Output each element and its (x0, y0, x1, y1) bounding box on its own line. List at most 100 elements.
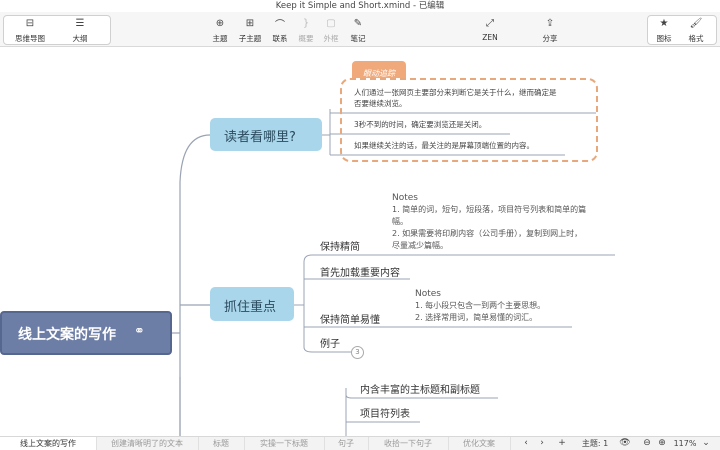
subtopic-keep-simple-label: 保持简单易懂 (320, 315, 380, 326)
sheet-tab-1-label: 线上文案的写作 (20, 439, 76, 448)
sheet-tab-4-label: 实操一下标题 (260, 439, 308, 448)
subtopic-load-important-first[interactable]: 首先加载重要内容 (320, 264, 400, 279)
collapsed-count-text: 3 (355, 348, 360, 356)
subtopic-icon: ⊞ (245, 17, 255, 29)
sheet-tab-3-label: 标题 (213, 439, 229, 448)
zoom-in-button[interactable]: ⊕ (656, 437, 668, 450)
mindmap-view-button[interactable]: ⊟ 思维导图 (10, 16, 50, 44)
chevron-left-icon: ‹ (524, 438, 528, 448)
callout-item-3-text: 如果继续关注的话，最关注的是屏幕顶端位置的内容。 (354, 141, 534, 150)
boundary-button[interactable]: ▢ 外框 (320, 16, 342, 44)
window-title: Keep it Simple and Short.xmind - 已编辑 (275, 1, 445, 11)
mindmap-canvas[interactable]: 线上文案的写作 ⚭ 读者看哪里? 眼动追踪 人们通过一张网页主要部分来判断它是关… (0, 47, 720, 436)
relationship-label: 联系 (272, 34, 288, 43)
sheet-tab-4[interactable]: 实操一下标题 (244, 437, 325, 450)
sheet-tab-6-label: 收拾一下句子 (384, 439, 432, 448)
subtopic-examples-label: 例子 (320, 339, 340, 350)
sheet-tab-3[interactable]: 标题 (198, 437, 245, 450)
sheet-tab-5-label: 句子 (338, 439, 354, 448)
summary-icon: } (302, 17, 310, 29)
boundary-tag[interactable]: 眼动追踪 (352, 61, 406, 78)
callout-item-3[interactable]: 如果继续关注的话，最关注的是屏幕顶端位置的内容。 (354, 140, 534, 152)
toolbar: ⊟ 思维导图 ☰ 大纲 ⊕ 主题 ⊞ 子主题 ⌒ 联系 } 概要 ▢ 外框 ✎ … (0, 12, 720, 47)
note-keep-concise-line1: 1. 简单的词，短句，短段落，项目符号列表和简单的篇 (392, 205, 587, 214)
sheet-tab-6[interactable]: 收拾一下句子 (368, 437, 449, 450)
plus-icon: + (558, 438, 566, 448)
note-keep-simple-line2: 2. 选择常用词，简单易懂的词汇。 (415, 313, 538, 322)
subtopic-keep-simple[interactable]: 保持简单易懂 (320, 311, 380, 326)
note-keep-simple[interactable]: Notes 1. 每小段只包含一到两个主要思想。 2. 选择常用词，简单易懂的词… (415, 288, 545, 324)
zoom-out-button[interactable]: ⊖ (641, 437, 653, 450)
subtopic-load-important-first-label: 首先加载重要内容 (320, 268, 400, 279)
note-keep-concise-line3: 2. 如果需要将印刷内容（公司手册），复制到网上时， (392, 229, 583, 238)
note-keep-simple-line1: 1. 每小段只包含一到两个主要思想。 (415, 301, 546, 310)
relationship-button[interactable]: ⌒ 联系 (268, 16, 292, 44)
branch-topic-focus[interactable]: 抓住重点 (210, 287, 294, 321)
link-icon: ⚭ (134, 324, 145, 339)
sheet-tab-7[interactable]: 优化文案 (448, 437, 511, 450)
subtopic-examples[interactable]: 例子 (320, 335, 340, 350)
mindmap-view-label: 思维导图 (15, 34, 45, 43)
topic-count: 主题: 1 (578, 437, 612, 450)
zoom-level-text: 117% (673, 439, 697, 448)
note-keep-concise-line4: 尽量减少篇幅。 (392, 241, 448, 250)
boundary-icon: ▢ (326, 17, 336, 29)
sheet-tab-5[interactable]: 句子 (324, 437, 369, 450)
note-button[interactable]: ✎ 笔记 (346, 16, 370, 44)
central-topic-label: 线上文案的写作 (18, 327, 116, 343)
format-panel-button[interactable]: 🖌 格式 (684, 16, 708, 44)
branch-topic-readers-label: 读者看哪里? (224, 130, 296, 145)
add-sheet-button[interactable]: + (555, 437, 569, 450)
zen-label: ZEN (482, 33, 498, 42)
branch-topic-focus-label: 抓住重点 (224, 300, 277, 315)
branch-topic-readers[interactable]: 读者看哪里? (210, 118, 322, 151)
subtopic-keep-concise[interactable]: 保持精简 (320, 238, 360, 253)
zoom-level[interactable]: 117% (672, 437, 698, 450)
share-label: 分享 (542, 34, 558, 43)
boundary-tag-label: 眼动追踪 (363, 69, 395, 78)
paintbrush-icon: 🖌 (689, 17, 703, 29)
boundary-label: 外框 (323, 34, 339, 43)
sheet-tab-2[interactable]: 创建清晰明了的文本 (96, 437, 199, 450)
subtopic-label: 子主题 (238, 34, 262, 43)
chevron-right-icon: › (540, 438, 544, 448)
subtopic-rich-headings-label: 内含丰富的主标题和副标题 (360, 385, 480, 396)
subtopic-button[interactable]: ⊞ 子主题 (236, 16, 264, 44)
topic-button[interactable]: ⊕ 主题 (208, 16, 232, 44)
topic-count-text: 主题: 1 (581, 439, 609, 448)
sheet-tab-7-label: 优化文案 (463, 439, 495, 448)
sheet-tab-2-label: 创建清晰明了的文本 (111, 439, 183, 448)
callout-item-1[interactable]: 人们通过一张网页主要部分来判断它是关于什么，继而确定是 否要继续浏览。 (354, 87, 557, 109)
icon-panel-button[interactable]: ★ 图标 (652, 16, 676, 44)
status-bar: 线上文案的写作 创建清晰明了的文本 标题 实操一下标题 句子 收拾一下句子 优化… (0, 436, 720, 450)
eye-icon: 👁 (619, 438, 631, 448)
share-button[interactable]: ⇪ 分享 (538, 16, 562, 44)
note-keep-concise-title: Notes (392, 193, 418, 203)
subtopic-bullet-lists[interactable]: 项目符列表 (360, 405, 410, 420)
format-panel-label: 格式 (688, 34, 704, 43)
zen-button[interactable]: ⤢ ZEN (478, 16, 502, 43)
collapsed-count-badge[interactable]: 3 (351, 346, 364, 359)
outline-icon: ☰ (75, 17, 85, 29)
topic-label: 主题 (212, 34, 228, 43)
plus-circle-icon: ⊕ (658, 438, 666, 448)
note-keep-concise[interactable]: Notes 1. 简单的词，短句，短段落，项目符号列表和简单的篇 幅。 2. 如… (392, 192, 586, 252)
visibility-toggle[interactable]: 👁 (618, 437, 632, 450)
note-keep-simple-title: Notes (415, 289, 441, 299)
callout-item-2[interactable]: 3秒不到的时间，确定要浏览还是关闭。 (354, 119, 486, 131)
icon-panel-label: 图标 (656, 34, 672, 43)
prev-sheet-button[interactable]: ‹ (520, 437, 532, 450)
subtopic-bullet-lists-label: 项目符列表 (360, 409, 410, 420)
next-sheet-button[interactable]: › (536, 437, 548, 450)
zoom-menu-button[interactable]: ⌄ (700, 437, 712, 450)
mindmap-icon: ⊟ (25, 17, 35, 29)
share-icon: ⇪ (545, 17, 555, 29)
relationship-icon: ⌒ (275, 19, 285, 31)
summary-button[interactable]: } 概要 (295, 16, 317, 44)
outline-view-label: 大纲 (72, 34, 88, 43)
sheet-tab-1[interactable]: 线上文案的写作 (0, 437, 97, 450)
outline-view-button[interactable]: ☰ 大纲 (62, 16, 98, 44)
callout-item-2-text: 3秒不到的时间，确定要浏览还是关闭。 (354, 120, 487, 129)
central-topic[interactable]: 线上文案的写作 ⚭ (0, 311, 172, 355)
subtopic-rich-headings[interactable]: 内含丰富的主标题和副标题 (360, 381, 480, 396)
